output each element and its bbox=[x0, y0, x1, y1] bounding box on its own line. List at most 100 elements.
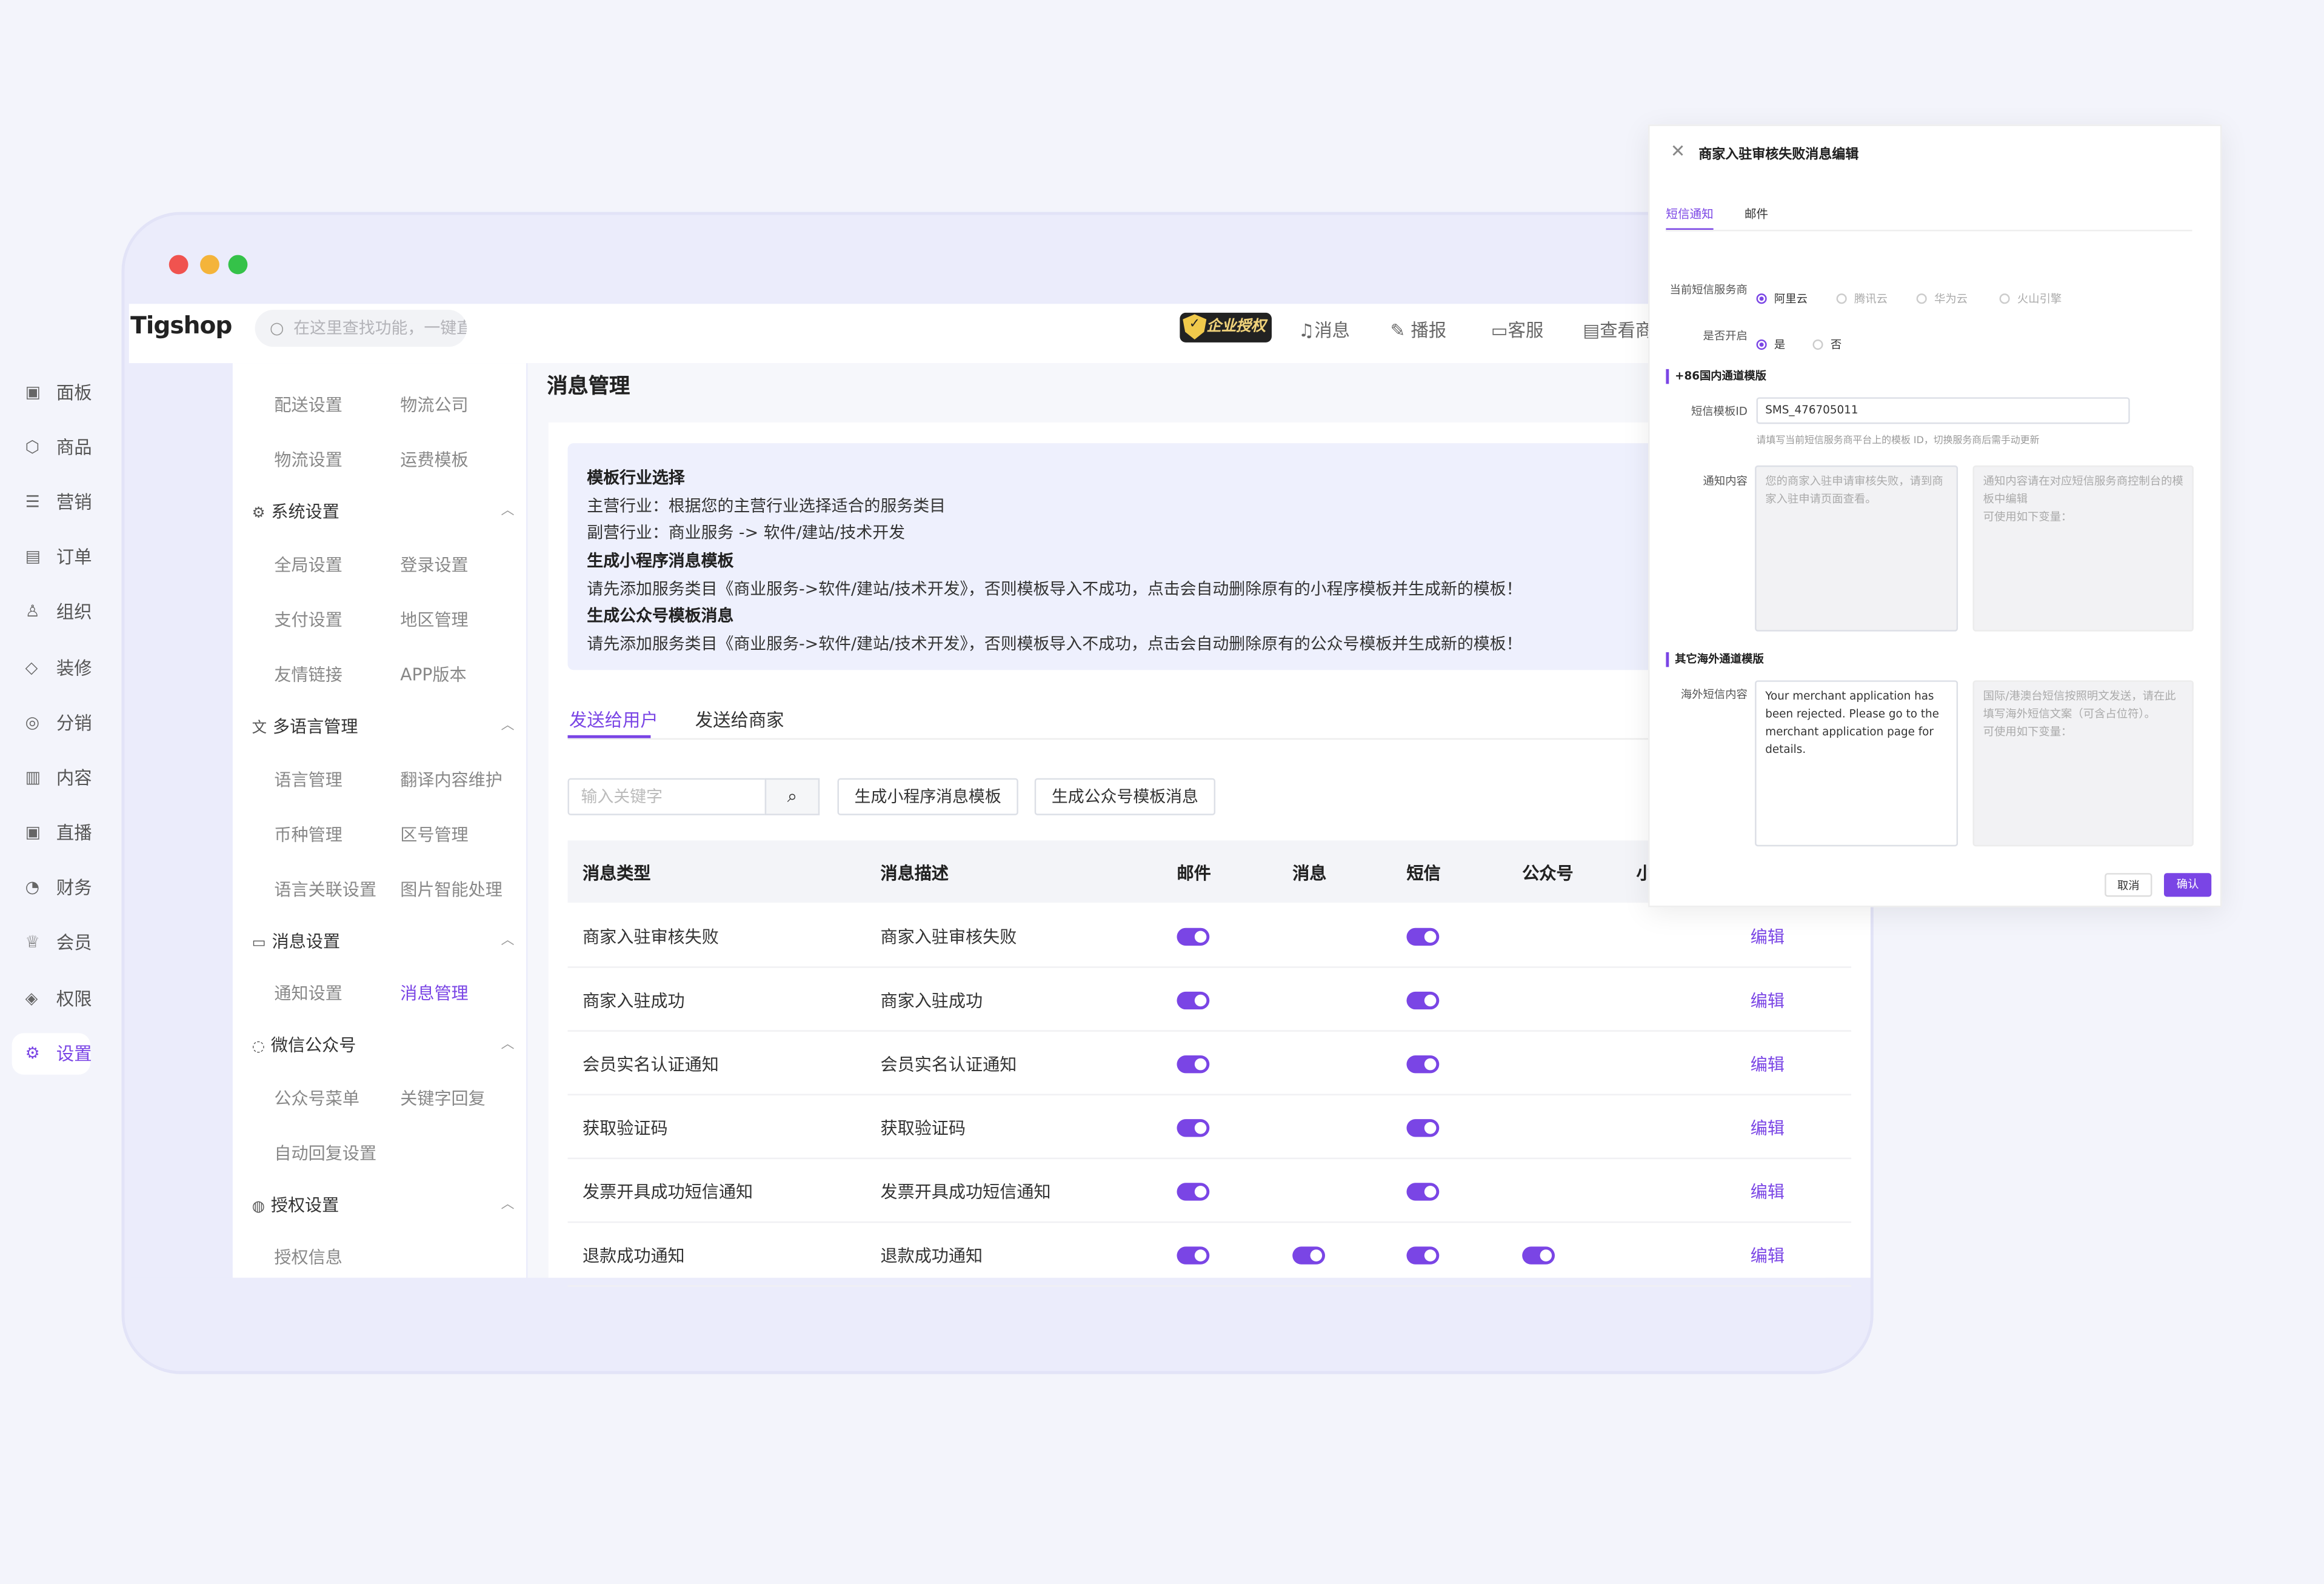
nav-item-label: 装修 bbox=[56, 658, 92, 679]
submenu-link[interactable]: 币种管理 bbox=[274, 823, 342, 846]
submenu-link[interactable]: 物流设置 bbox=[274, 447, 342, 471]
submenu-link[interactable]: 授权信息 bbox=[274, 1245, 342, 1269]
header-service[interactable]: ▭客服 bbox=[1491, 317, 1543, 343]
app-logo[interactable]: Tigshop bbox=[130, 311, 232, 339]
cancel-button[interactable]: 取消 bbox=[2105, 873, 2152, 897]
toggle-email[interactable] bbox=[1177, 927, 1210, 946]
submenu-link[interactable]: 自动回复设置 bbox=[274, 1141, 376, 1165]
template-id-input[interactable]: SMS_476705011 bbox=[1756, 397, 2130, 424]
keyword-input[interactable]: 输入关键字 bbox=[567, 778, 767, 815]
nav-item-live[interactable]: ▣ 直播 bbox=[12, 812, 92, 854]
provider-option-huawei[interactable]: 华为云 bbox=[1916, 280, 1968, 308]
overseas-textarea[interactable]: Your merchant application has been rejec… bbox=[1755, 680, 1958, 847]
nav-item-share[interactable]: ◎ 分销 bbox=[12, 703, 92, 744]
provider-option-tencent[interactable]: 腾讯云 bbox=[1836, 280, 1888, 308]
submenu-link[interactable]: 物流公司 bbox=[400, 393, 468, 416]
submenu-group-language[interactable]: 文多语言管理 ︿ bbox=[252, 715, 515, 738]
modal-tab-sms[interactable]: 短信通知 bbox=[1666, 206, 1713, 222]
toggle-mp[interactable] bbox=[1522, 1246, 1555, 1265]
enabled-yes[interactable]: 是 bbox=[1756, 326, 1785, 354]
search-input[interactable]: ○ 在这里查找功能，一键直达 bbox=[255, 310, 467, 347]
submenu-link[interactable]: APP版本 bbox=[400, 663, 466, 686]
cell-desc: 退款成功通知 bbox=[880, 1245, 983, 1266]
header-view-store[interactable]: ▤查看商 bbox=[1583, 317, 1653, 343]
radio-checked-icon bbox=[1756, 339, 1767, 350]
tab-send-to-merchant[interactable]: 发送给商家 bbox=[695, 707, 784, 732]
edit-link[interactable]: 编辑 bbox=[1751, 1244, 1785, 1268]
submenu-link[interactable]: 区号管理 bbox=[400, 823, 468, 846]
submenu-link[interactable]: 友情链接 bbox=[274, 663, 342, 686]
window-minimize-dot[interactable] bbox=[200, 255, 219, 275]
toggle-email[interactable] bbox=[1177, 1055, 1210, 1074]
enabled-no[interactable]: 否 bbox=[1812, 326, 1842, 354]
nav-item-box[interactable]: ⬡ 商品 bbox=[12, 427, 92, 468]
edit-link[interactable]: 编辑 bbox=[1751, 1052, 1785, 1076]
submenu-link[interactable]: 登录设置 bbox=[400, 553, 468, 576]
submenu-group-license[interactable]: ◍ 授权设置 ︿ bbox=[252, 1193, 515, 1217]
toggle-email[interactable] bbox=[1177, 991, 1210, 1010]
submenu-group-messages[interactable]: ▭ 消息设置 ︿ bbox=[252, 929, 515, 953]
nav-item-dashboard[interactable]: ▣ 面板 bbox=[12, 372, 92, 413]
provider-option-aliyun[interactable]: 阿里云 bbox=[1756, 280, 1808, 308]
header-messages[interactable]: ♫消息 bbox=[1298, 317, 1350, 343]
edit-link[interactable]: 编辑 bbox=[1751, 925, 1785, 949]
submenu-link[interactable]: 语言管理 bbox=[274, 768, 342, 792]
content-textarea[interactable]: 您的商家入驻申请审核失败，请到商家入驻申请页面查看。 bbox=[1755, 465, 1958, 632]
window-close-dot[interactable] bbox=[169, 255, 189, 275]
modal-tab-email[interactable]: 邮件 bbox=[1745, 206, 1768, 222]
cell-desc: 商家入驻审核失败 bbox=[880, 926, 1017, 947]
toggle-sms[interactable] bbox=[1406, 1119, 1440, 1137]
nav-item-shield[interactable]: ◈ 权限 bbox=[12, 978, 92, 1020]
toggle-email[interactable] bbox=[1177, 1119, 1210, 1137]
primary-nav bbox=[130, 363, 232, 1278]
tab-send-to-user[interactable]: 发送给用户 bbox=[569, 707, 658, 732]
edit-link[interactable]: 编辑 bbox=[1751, 1180, 1785, 1203]
nav-item-brush[interactable]: ◇ 装修 bbox=[12, 648, 92, 689]
nav-item-finance[interactable]: ◔ 财务 bbox=[12, 867, 92, 908]
submenu-link[interactable]: 语言关联设置 bbox=[274, 878, 376, 901]
enterprise-badge[interactable]: ✓ 企业授权 bbox=[1180, 312, 1272, 343]
nav-item-settings[interactable]: ⚙ 设置 bbox=[12, 1033, 92, 1075]
submenu-link[interactable]: 通知设置 bbox=[274, 981, 342, 1005]
nav-item-member[interactable]: ♕ 会员 bbox=[12, 922, 92, 963]
submenu-link[interactable]: 翻译内容维护 bbox=[400, 768, 503, 792]
toggle-sms[interactable] bbox=[1406, 927, 1440, 946]
toggle-sms[interactable] bbox=[1406, 991, 1440, 1010]
nav-item-order[interactable]: ▤ 订单 bbox=[12, 536, 92, 578]
toggle-sms[interactable] bbox=[1406, 1183, 1440, 1201]
edit-link[interactable]: 编辑 bbox=[1751, 989, 1785, 1012]
submenu-link[interactable]: 全局设置 bbox=[274, 553, 342, 576]
edit-link[interactable]: 编辑 bbox=[1751, 1116, 1785, 1140]
generate-mp-button[interactable]: 生成公众号模板消息 bbox=[1034, 778, 1216, 815]
nav-item-marketing[interactable]: ☰ 营销 bbox=[12, 482, 92, 523]
nav-item-content[interactable]: ▥ 内容 bbox=[12, 757, 92, 798]
header-broadcast[interactable]: ✎ 播报 bbox=[1391, 317, 1447, 343]
generate-miniprogram-button[interactable]: 生成小程序消息模板 bbox=[837, 778, 1018, 815]
toggle-sms[interactable] bbox=[1406, 1246, 1440, 1265]
submenu-link[interactable]: 支付设置 bbox=[274, 608, 342, 632]
search-placeholder: 在这里查找功能，一键直达 bbox=[293, 318, 467, 338]
toggle-msg[interactable] bbox=[1292, 1246, 1326, 1265]
submenu-link-active[interactable]: 消息管理 bbox=[400, 981, 468, 1005]
window-maximize-dot[interactable] bbox=[228, 255, 248, 275]
submenu-link[interactable]: 图片智能处理 bbox=[400, 878, 503, 901]
submenu-group-system[interactable]: ⚙ 系统设置 ︿ bbox=[252, 500, 515, 523]
nav-item-label: 权限 bbox=[56, 988, 92, 1010]
toggle-email[interactable] bbox=[1177, 1183, 1210, 1201]
submenu-group-wechat[interactable]: ◌ 微信公众号 ︿ bbox=[252, 1033, 515, 1057]
submenu-link[interactable]: 地区管理 bbox=[400, 608, 468, 632]
close-icon[interactable]: ✕ bbox=[1671, 141, 1686, 161]
member-icon: ♕ bbox=[25, 932, 40, 952]
user-icon: ♙ bbox=[25, 601, 40, 621]
submenu-link[interactable]: 关键字回复 bbox=[400, 1086, 486, 1110]
search-button[interactable]: ⌕ bbox=[764, 778, 820, 815]
submenu-group-title: 微信公众号 bbox=[270, 1034, 356, 1055]
submenu-link[interactable]: 公众号菜单 bbox=[274, 1086, 359, 1110]
toggle-sms[interactable] bbox=[1406, 1055, 1440, 1074]
submenu-link[interactable]: 配送设置 bbox=[274, 393, 342, 416]
nav-item-user[interactable]: ♙ 组织 bbox=[12, 592, 92, 633]
provider-option-volcano[interactable]: 火山引擎 bbox=[1999, 280, 2062, 308]
toggle-email[interactable] bbox=[1177, 1246, 1210, 1265]
confirm-button[interactable]: 确认 bbox=[2163, 873, 2212, 897]
submenu-link[interactable]: 运费模板 bbox=[400, 447, 468, 471]
